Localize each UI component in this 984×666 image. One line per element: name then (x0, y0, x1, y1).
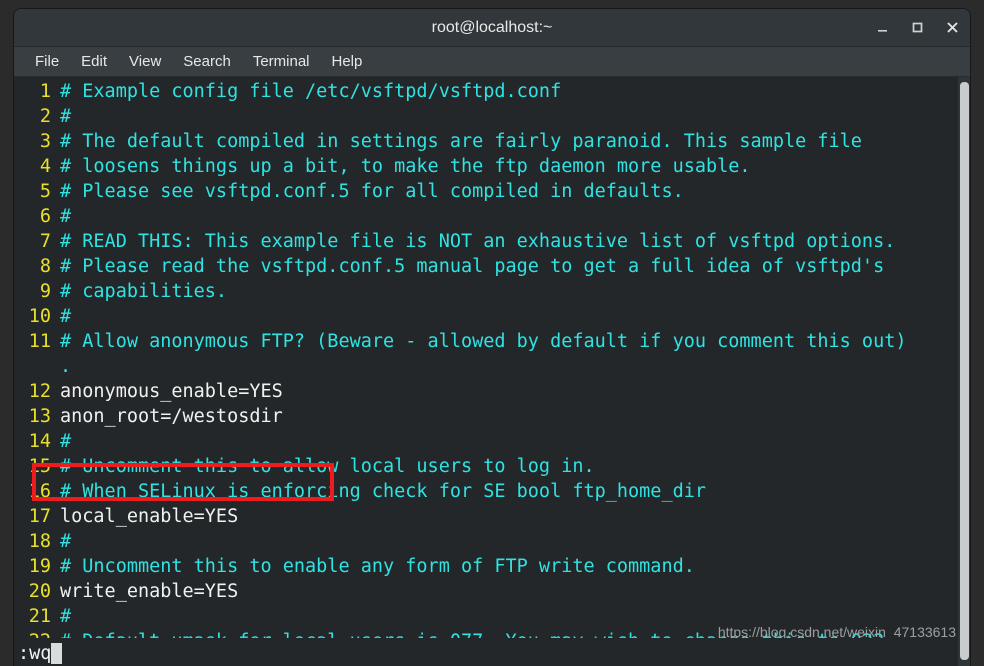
close-icon (947, 22, 958, 33)
line-number: 7 (39, 231, 51, 252)
scrollbar-thumb[interactable] (960, 82, 969, 660)
menu-item-edit[interactable]: Edit (70, 50, 118, 73)
line-text: anon_root=/westosdir (60, 406, 283, 427)
line-number: 15 (28, 456, 51, 477)
line-text: write_enable=YES (60, 581, 239, 602)
line-number: 11 (28, 331, 51, 352)
line-text: # Please see vsftpd.conf.5 for all compi… (60, 181, 684, 202)
line-text: # Example config file /etc/vsftpd/vsftpd… (60, 81, 562, 102)
editor-lines: 1 # Example config file /etc/vsftpd/vsftp… (14, 77, 958, 666)
menu-item-terminal[interactable]: Terminal (242, 50, 321, 73)
editor-line: 18 # (14, 531, 958, 556)
line-number: 19 (28, 556, 51, 577)
editor-line: 15 # Uncomment this to allow local users … (14, 456, 958, 481)
line-number: 8 (39, 256, 51, 277)
line-text: . (60, 356, 72, 377)
minimize-button[interactable] (875, 20, 890, 35)
editor-line: 13 anon_root=/westosdir (14, 406, 958, 431)
editor-line: 1 # Example config file /etc/vsftpd/vsftp… (14, 81, 958, 106)
line-text: # Uncomment this to enable any form of F… (60, 556, 695, 577)
window-controls (875, 9, 960, 46)
window-title: root@localhost:~ (431, 19, 553, 36)
line-text: anonymous_enable=YES (60, 381, 283, 402)
line-text: # loosens things up a bit, to make the f… (60, 156, 751, 177)
minimize-icon (878, 30, 887, 32)
terminal-body[interactable]: 1 # Example config file /etc/vsftpd/vsftp… (14, 77, 970, 666)
line-text: # capabilities. (60, 281, 228, 302)
editor-line: 14 # (14, 431, 958, 456)
menu-item-search[interactable]: Search (172, 50, 242, 73)
line-number: 10 (28, 306, 51, 327)
line-number: 1 (39, 81, 51, 102)
maximize-icon (912, 22, 923, 33)
text-cursor (51, 642, 63, 664)
editor-line: 2 # (14, 106, 958, 131)
line-text: # (60, 306, 72, 327)
editor-line: 19 # Uncomment this to enable any form of… (14, 556, 958, 581)
line-number: 3 (39, 131, 51, 152)
line-text: # (60, 206, 72, 227)
line-number: 14 (28, 431, 51, 452)
scrollbar[interactable] (958, 77, 970, 666)
maximize-button[interactable] (910, 20, 925, 35)
line-text: # Uncomment this to allow local users to… (60, 456, 595, 477)
menu-item-file[interactable]: File (24, 50, 70, 73)
line-number: 13 (28, 406, 51, 427)
editor-line: 20 write_enable=YES (14, 581, 958, 606)
line-text: # The default compiled in settings are f… (60, 131, 862, 152)
line-number: 5 (39, 181, 51, 202)
line-text: # (60, 606, 72, 627)
editor-line: 10 # (14, 306, 958, 331)
vim-command-text: :wq (18, 642, 52, 664)
editor-line: 11 # Allow anonymous FTP? (Beware - allow… (14, 331, 958, 356)
screen: root@localhost:~ File Edit View Search T… (0, 0, 984, 666)
line-number: 17 (28, 506, 51, 527)
editor-line: 3 # The default compiled in settings are … (14, 131, 958, 156)
line-number: 9 (39, 281, 51, 302)
line-text: # When SELinux is enforcing check for SE… (60, 481, 707, 502)
line-text: # (60, 531, 72, 552)
line-text: local_enable=YES (60, 506, 239, 527)
editor-line: 9 # capabilities. (14, 281, 958, 306)
line-text: # READ THIS: This example file is NOT an… (60, 231, 896, 252)
menu-item-view[interactable]: View (118, 50, 172, 73)
line-number: 12 (28, 381, 51, 402)
editor-line: 16 # When SELinux is enforcing check for … (14, 481, 958, 506)
line-number: 20 (28, 581, 51, 602)
editor-line: . (14, 356, 958, 381)
editor-line: 5 # Please see vsftpd.conf.5 for all comp… (14, 181, 958, 206)
line-text: # (60, 106, 72, 127)
editor-line: 17 local_enable=YES (14, 506, 958, 531)
title-bar: root@localhost:~ (14, 9, 970, 47)
editor-line: 4 # loosens things up a bit, to make the … (14, 156, 958, 181)
line-number: 18 (28, 531, 51, 552)
line-number: 6 (39, 206, 51, 227)
line-number: 21 (28, 606, 51, 627)
line-number: 4 (39, 156, 51, 177)
line-text: # (60, 431, 72, 452)
close-button[interactable] (945, 20, 960, 35)
menu-item-help[interactable]: Help (321, 50, 374, 73)
editor-line: 7 # READ THIS: This example file is NOT a… (14, 231, 958, 256)
terminal-window: root@localhost:~ File Edit View Search T… (14, 9, 970, 666)
line-number: 16 (28, 481, 51, 502)
editor-line: 6 # (14, 206, 958, 231)
vim-status-line: :wq (14, 638, 970, 666)
editor-line: 12 anonymous_enable=YES (14, 381, 958, 406)
menu-bar: File Edit View Search Terminal Help (14, 47, 970, 77)
editor-line: 8 # Please read the vsftpd.conf.5 manual … (14, 256, 958, 281)
line-text: # Allow anonymous FTP? (Beware - allowed… (60, 331, 907, 352)
line-text: # Please read the vsftpd.conf.5 manual p… (60, 256, 885, 277)
line-number: 2 (39, 106, 51, 127)
